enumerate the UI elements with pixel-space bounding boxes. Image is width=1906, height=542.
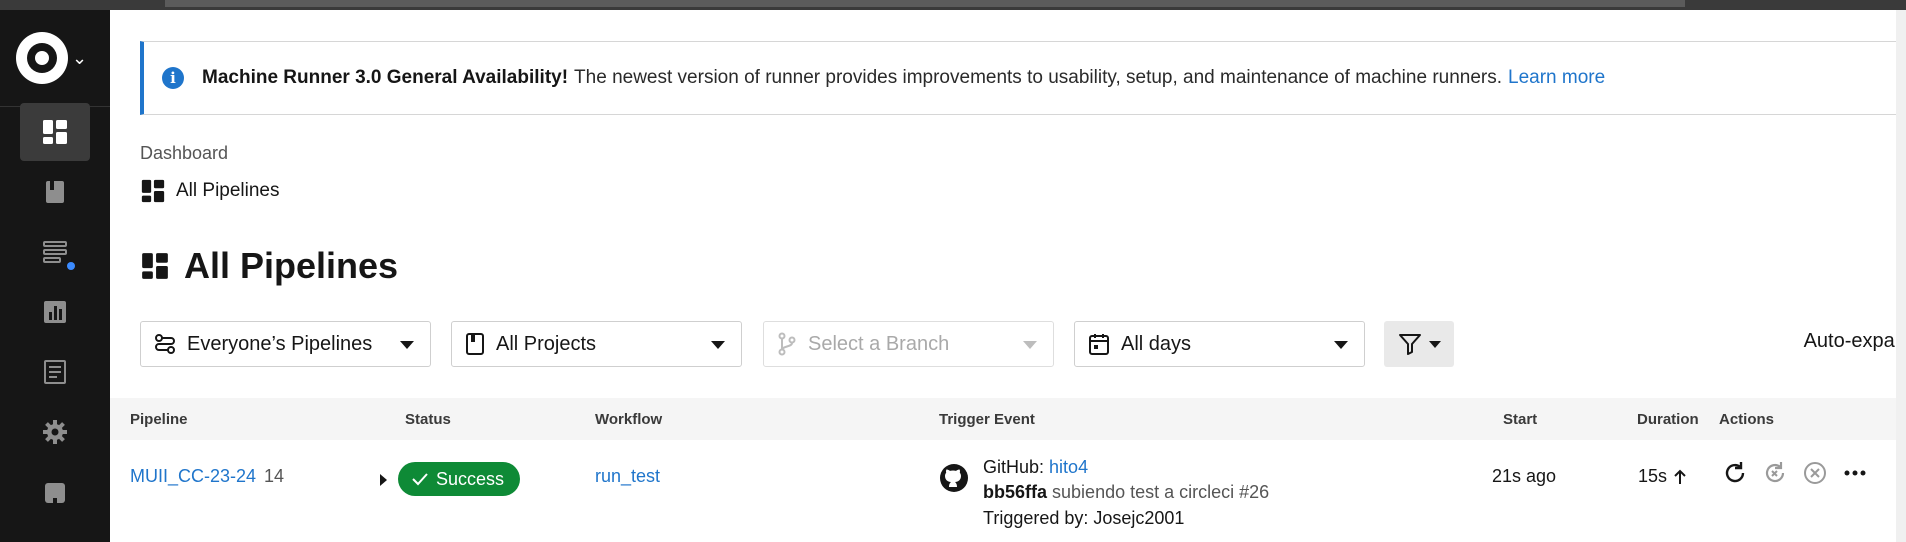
filter-bar: Everyone’s Pipelines All Projects Select… [140,321,1906,367]
workflow-link[interactable]: run_test [595,466,660,486]
circleci-logo-icon [16,32,68,84]
trigger-event-cell: GitHub: hito4 bb56ffa subiendo test a ci… [939,457,1339,542]
sidebar-item-settings[interactable] [20,403,90,461]
sidebar-item-plan[interactable] [20,463,90,521]
pipeline-link[interactable]: MUII_CC-23-24 [130,466,256,486]
chevron-down-icon: ⌄ [72,47,88,68]
start-time: 21s ago [1491,466,1556,486]
breadcrumb-current-label: All Pipelines [176,180,280,201]
sidebar-item-projects[interactable] [20,163,90,221]
cancel-icon[interactable] [1800,458,1830,488]
trigger-source-line: GitHub: hito4 [983,457,1088,478]
settings-gear-icon [43,420,67,444]
auto-expand-label: Auto-expand [1803,329,1906,352]
page-title-text: All Pipelines [184,245,399,286]
trigger-source: GitHub: [983,457,1045,477]
pipeline-number: 14 [264,466,285,486]
dashboard-icon [43,120,67,144]
date-filter-value: All days [1121,332,1192,355]
branch-icon [776,332,798,356]
rerun-failed-icon[interactable] [1760,458,1790,488]
pipelines-filter-value: Everyone’s Pipelines [187,332,373,355]
row-actions [1720,458,1870,488]
dashboard-icon [140,251,170,281]
sidebar-item-runners[interactable] [20,223,90,281]
header-trigger-event: Trigger Event [939,411,1035,428]
workflow-cell: run_test [595,466,660,487]
filter-funnel-icon [1399,334,1421,355]
breadcrumb-parent[interactable]: Dashboard [140,143,228,164]
people-filter-icon [153,332,177,356]
header-workflow: Workflow [595,411,663,428]
announcement-banner: i Machine Runner 3.0 General Availabilit… [140,41,1906,115]
chevron-right-icon [380,474,387,486]
pipeline-cell: MUII_CC-23-24 14 [130,466,284,487]
commit-message: subiendo test a circleci #26 [1052,482,1270,502]
breadcrumb-current: All Pipelines [140,178,280,204]
chevron-down-icon [1023,341,1037,349]
chevron-down-icon [1334,341,1348,349]
dashboard-icon [140,178,166,204]
arrow-up-icon [1674,469,1686,484]
duration-value: 15s [1638,466,1668,486]
branch-filter-dropdown[interactable]: Select a Branch [763,321,1054,367]
page-title: All Pipelines [140,245,398,287]
more-icon[interactable] [1840,458,1870,488]
calendar-icon [1087,332,1111,356]
commit-sha[interactable]: bb56ffa [983,482,1047,502]
header-duration: Duration [1637,411,1699,428]
chevron-down-icon [1429,340,1441,348]
sidebar-nav: ⌄ [0,10,110,542]
header-pipeline: Pipeline [130,411,188,428]
chevron-down-icon [711,341,725,349]
checkmark-icon [412,473,428,486]
pipelines-filter-dropdown[interactable]: Everyone’s Pipelines [140,321,431,367]
notification-dot [67,262,75,270]
header-actions: Actions [1719,411,1775,428]
main-content: i Machine Runner 3.0 General Availabilit… [110,10,1906,542]
insights-chart-icon [44,301,66,323]
duration-cell: 15s [1638,466,1687,487]
auto-expand-control: Auto-expand [1804,329,1906,353]
org-switcher[interactable]: ⌄ [16,32,87,84]
expand-row-toggle[interactable] [380,474,387,486]
sidebar-item-org-settings[interactable] [20,343,90,401]
rerun-icon[interactable] [1720,458,1750,488]
plan-icon [45,483,65,503]
status-badge[interactable]: Success [398,462,521,496]
chevron-down-icon [400,341,414,349]
github-icon [940,464,968,492]
pipelines-table-header: Pipeline Status Workflow Trigger Event S… [110,398,1906,440]
status-text: Success [436,468,505,489]
book-icon [464,332,486,356]
org-settings-doc-icon [44,360,66,384]
projects-book-icon [46,181,64,203]
sidebar-item-insights[interactable] [20,283,90,341]
header-start: Start [1503,411,1538,428]
browser-top-strip [0,0,1906,10]
trigger-user-link[interactable]: hito4 [1049,457,1088,477]
banner-learn-more-link[interactable]: Learn more [1508,67,1605,89]
page-scrollbar[interactable] [1896,10,1906,542]
sidebar-item-dashboard[interactable] [20,103,90,161]
runners-icon [43,241,67,263]
banner-message: The newest version of runner provides im… [574,67,1503,88]
branch-filter-placeholder: Select a Branch [808,332,950,355]
header-status: Status [405,411,451,428]
triggered-by: Triggered by: Josejc2001 [983,508,1185,528]
projects-filter-dropdown[interactable]: All Projects [451,321,742,367]
table-row: MUII_CC-23-24 14 Success run_test GitHub:… [110,440,1906,540]
info-icon: i [162,67,184,89]
projects-filter-value: All Projects [496,332,597,355]
date-filter-dropdown[interactable]: All days [1074,321,1365,367]
commit-line: bb56ffa subiendo test a circleci #26 [983,482,1269,503]
banner-title: Machine Runner 3.0 General Availability! [202,67,569,88]
more-filters-button[interactable] [1384,321,1454,367]
